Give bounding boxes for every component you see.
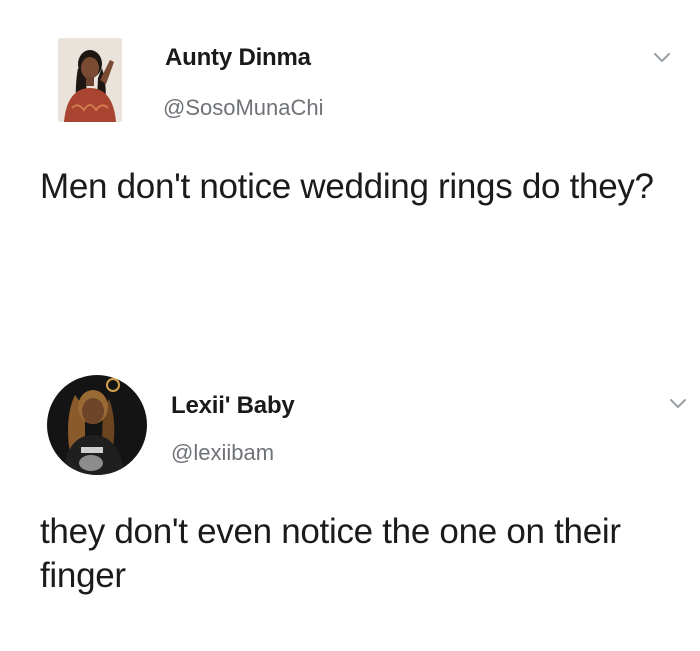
chevron-down-icon[interactable] xyxy=(653,52,671,64)
author-handle[interactable]: @SosoMunaChi xyxy=(163,95,324,121)
author-handle[interactable]: @lexiibam xyxy=(171,440,274,466)
avatar-photo xyxy=(47,375,147,475)
tweet-text: they don't even notice the one on their … xyxy=(40,512,621,595)
author-name[interactable]: Lexii' Baby xyxy=(171,392,295,420)
avatar[interactable] xyxy=(47,375,147,475)
chevron-down-icon[interactable] xyxy=(669,398,687,410)
avatar[interactable] xyxy=(58,38,122,122)
tweet-text: Men don't notice wedding rings do they? xyxy=(40,167,654,206)
avatar-photo xyxy=(58,38,122,122)
author-name[interactable]: Aunty Dinma xyxy=(165,44,311,72)
tweet-card[interactable]: Lexii' Baby @lexiibam they don't even no… xyxy=(0,330,700,651)
tweet-card[interactable]: Aunty Dinma @SosoMunaChi Men don't notic… xyxy=(0,0,700,330)
